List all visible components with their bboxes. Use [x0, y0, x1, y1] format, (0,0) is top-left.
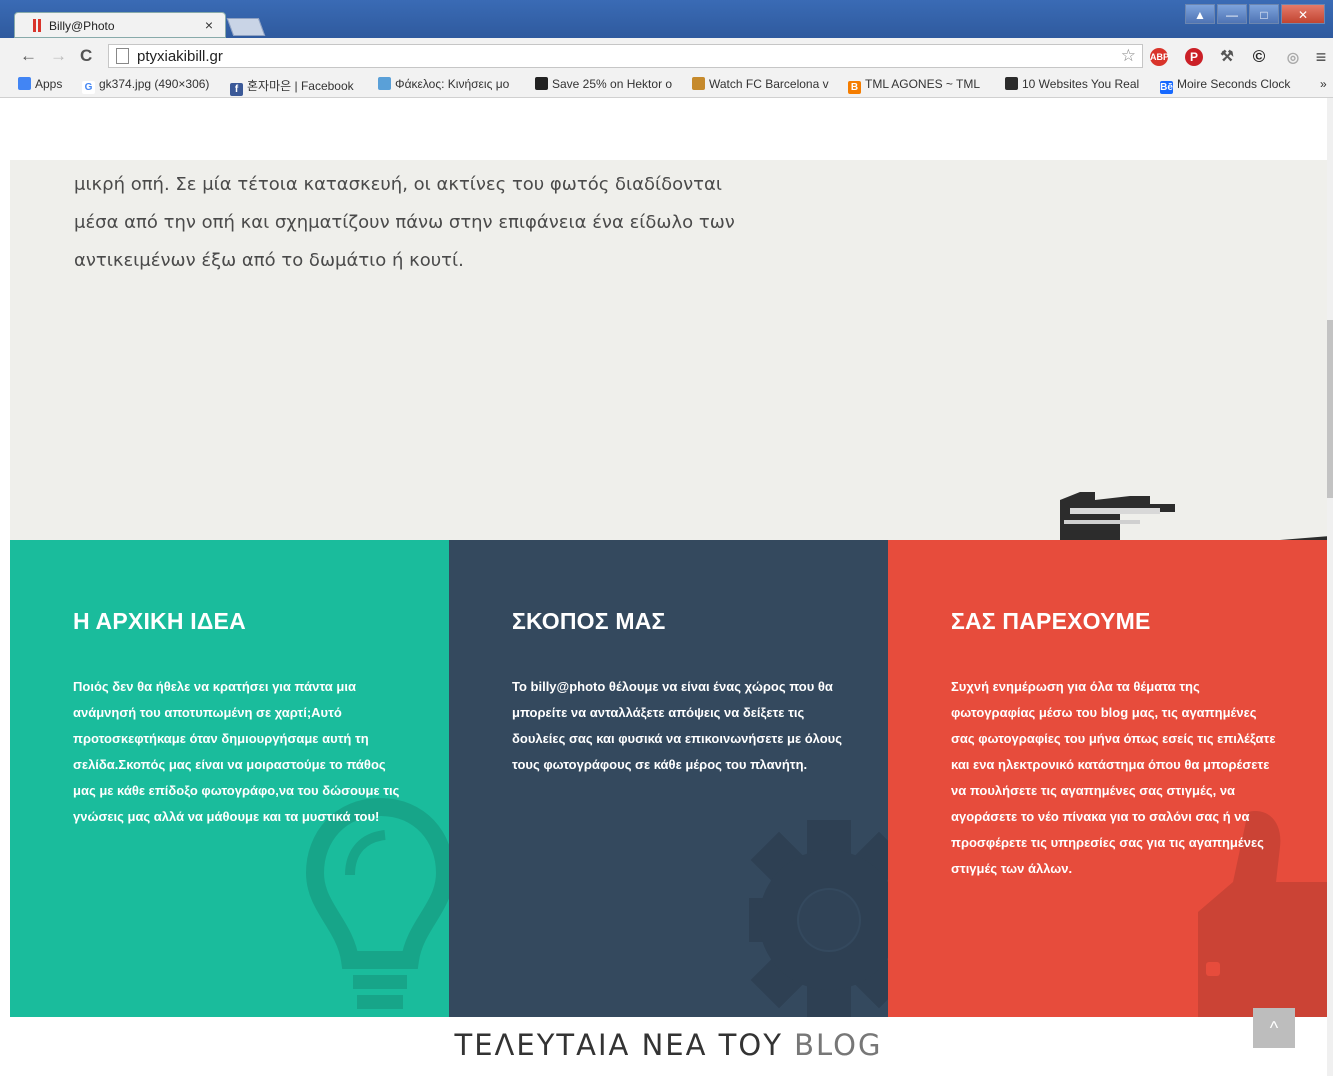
- scrollbar-thumb[interactable]: [1327, 320, 1333, 498]
- blog-title-main: ΤΕΛΕΥΤΑΙΑ ΝΕΑ ΤΟΥ: [454, 1028, 783, 1062]
- panel-title: ΣΑΣ ΠΑΡΕΧΟΥΜΕ: [951, 608, 1151, 634]
- hammer-icon[interactable]: ⚒: [1218, 48, 1236, 66]
- url-text[interactable]: ptyxiakibill.gr: [137, 48, 223, 65]
- window-user-icon[interactable]: ▲: [1185, 4, 1215, 24]
- facebook-icon: f: [230, 83, 243, 96]
- feature-panel-offer: ΣΑΣ ΠΑΡΕΧΟΥΜΕ Συχνή ενημέρωση για όλα τα…: [888, 540, 1327, 1017]
- vita-icon: [378, 77, 391, 90]
- hero-line: μέσα από την οπή και σχηματίζουν πάνω στ…: [74, 212, 735, 233]
- circle-icon[interactable]: ◎: [1284, 48, 1302, 66]
- hero-section: μικρή οπή. Σε μία τέτοια κατασκευή, οι α…: [10, 160, 1327, 550]
- blogger-icon: B: [848, 81, 861, 94]
- bookmark-10websites[interactable]: 10 Websites You Real: [1005, 77, 1139, 91]
- reload-button[interactable]: C: [80, 46, 92, 66]
- menu-icon[interactable]: ≡: [1312, 48, 1330, 66]
- page-content: μικρή οπή. Σε μία τέτοια κατασκευή, οι α…: [10, 98, 1327, 1076]
- feature-panel-idea: Η ΑΡΧΙΚΗ ΙΔΕΑ Ποιός δεν θα ήθελε να κρατ…: [10, 540, 449, 1017]
- features-section: Η ΑΡΧΙΚΗ ΙΔΕΑ Ποιός δεν θα ήθελε να κρατ…: [10, 540, 1327, 1017]
- behance-icon: Bē: [1160, 81, 1173, 94]
- apps-icon: [18, 77, 31, 90]
- panel-text: Το billy@photo θέλουμε να είναι ένας χώρ…: [512, 679, 843, 772]
- bookmark-steam[interactable]: Save 25% on Hektor o: [535, 77, 672, 91]
- bookmark-barcelona[interactable]: Watch FC Barcelona v: [692, 77, 829, 91]
- barcelona-icon: [692, 77, 705, 90]
- window-controls: ▲ — □ ✕: [1185, 4, 1325, 24]
- pinterest-icon[interactable]: P: [1185, 48, 1203, 66]
- window-minimize-button[interactable]: —: [1217, 4, 1247, 24]
- page-icon: [116, 48, 129, 64]
- panel-text: Συχνή ενημέρωση για όλα τα θέματα της φω…: [951, 679, 1276, 876]
- tab-close-icon[interactable]: ×: [205, 17, 213, 33]
- blog-title-light: BLOG: [794, 1028, 883, 1062]
- steam-icon: [535, 77, 548, 90]
- site-favicon-icon: [33, 19, 36, 32]
- tab-title: Billy@Photo: [49, 19, 115, 33]
- blog-section-title: ΤΕΛΕΥΤΑΙΑ ΝΕΑ ΤΟΥ BLOG: [10, 1028, 1327, 1062]
- browser-tab[interactable]: Billy@Photo ×: [14, 12, 226, 38]
- panel-text: Ποιός δεν θα ήθελε να κρατήσει για πάντα…: [73, 679, 400, 824]
- back-button[interactable]: ←: [20, 46, 37, 66]
- browser-toolbar: ← → C ptyxiakibill.gr ☆ ABP P ⚒ © ◎ ≡: [0, 38, 1333, 73]
- bookmark-tml[interactable]: B TML AGONES ~ TML: [848, 77, 980, 94]
- new-tab-button[interactable]: [226, 18, 266, 36]
- bookmark-moire[interactable]: Bē Moire Seconds Clock: [1160, 77, 1290, 94]
- bookmark-facebook[interactable]: f 혼자마은 | Facebook: [230, 77, 354, 96]
- bookmarks-bar: Apps Ggk374.jpg (490×306) f 혼자마은 | Facebo…: [0, 73, 1333, 98]
- google-icon: G: [82, 81, 95, 94]
- gear-icon: [749, 820, 888, 1017]
- bookmark-gk374[interactable]: Ggk374.jpg (490×306): [82, 77, 209, 94]
- copyright-icon[interactable]: ©: [1250, 48, 1268, 66]
- bookmarks-more[interactable]: »: [1320, 77, 1327, 91]
- bookmark-apps[interactable]: Apps: [18, 77, 62, 91]
- panel-title: Η ΑΡΧΙΚΗ ΙΔΕΑ: [73, 608, 246, 634]
- back-to-top-button[interactable]: ^: [1253, 1008, 1295, 1048]
- hero-line: μικρή οπή. Σε μία τέτοια κατασκευή, οι α…: [74, 174, 722, 195]
- abp-icon[interactable]: ABP: [1150, 48, 1169, 66]
- window-close-button[interactable]: ✕: [1281, 4, 1325, 24]
- bookmark-vita[interactable]: Φάκελος: Κινήσεις μο: [378, 77, 509, 91]
- hero-text: μικρή οπή. Σε μία τέτοια κατασκευή, οι α…: [74, 166, 774, 280]
- bookmark-star-icon[interactable]: ☆: [1121, 46, 1136, 66]
- green-icon: [1005, 77, 1018, 90]
- address-bar[interactable]: ptyxiakibill.gr ☆: [108, 44, 1143, 68]
- feature-panel-purpose: ΣΚΟΠΟΣ ΜΑΣ Το billy@photo θέλουμε να είν…: [449, 540, 888, 1017]
- forward-button[interactable]: →: [50, 46, 67, 66]
- hero-line: αντικειμένων έξω από το δωμάτιο ή κουτί.: [74, 250, 464, 271]
- page-scrollbar[interactable]: [1327, 98, 1333, 1076]
- panel-title: ΣΚΟΠΟΣ ΜΑΣ: [512, 608, 666, 634]
- browser-titlebar: Billy@Photo × ▲ — □ ✕: [0, 0, 1333, 38]
- window-maximize-button[interactable]: □: [1249, 4, 1279, 24]
